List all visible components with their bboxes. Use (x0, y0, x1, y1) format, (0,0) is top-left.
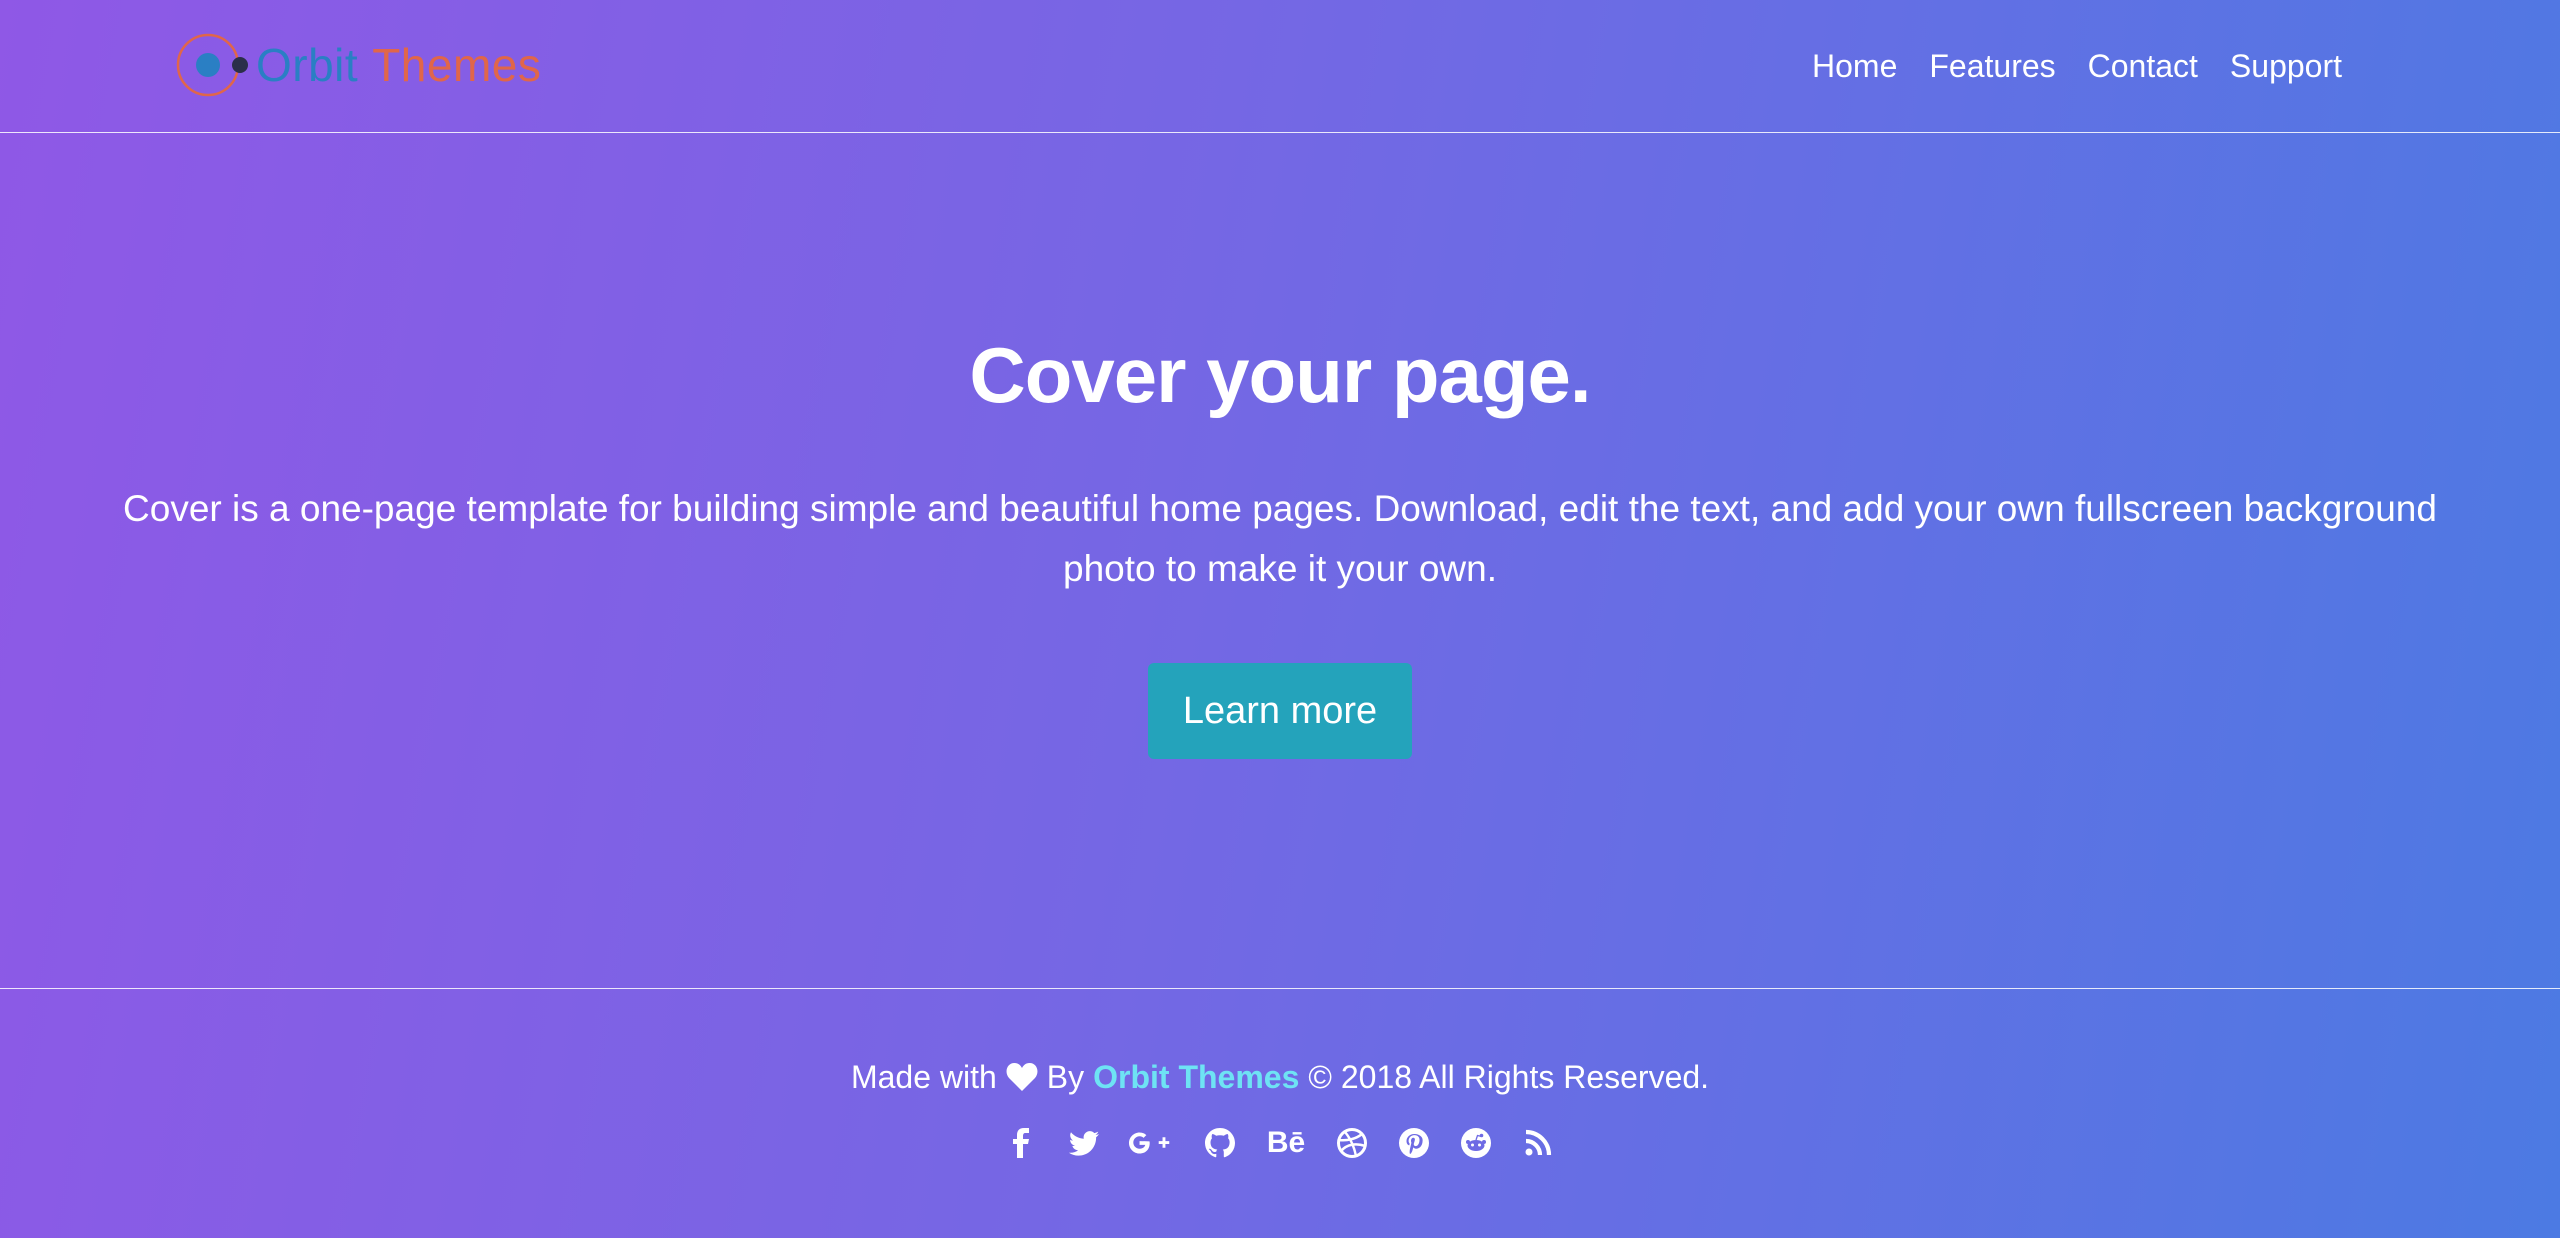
orbit-logo-icon (176, 33, 248, 97)
twitter-icon[interactable] (1066, 1123, 1102, 1163)
main-nav: Home Features Contact Support (1812, 44, 2342, 88)
google-plus-icon[interactable] (1128, 1123, 1176, 1163)
learn-more-button[interactable]: Learn more (1148, 663, 1412, 759)
facebook-icon[interactable] (1004, 1123, 1040, 1163)
pinterest-icon[interactable] (1396, 1123, 1432, 1163)
logo-text-themes: Themes (372, 39, 542, 91)
dribbble-icon[interactable] (1334, 1123, 1370, 1163)
footer-by: By (1046, 1059, 1085, 1095)
site-footer: Made with By Orbit Themes © 2018 All Rig… (0, 988, 2560, 1238)
hero-lead: Cover is a one-page template for buildin… (123, 488, 2437, 589)
reddit-icon[interactable] (1458, 1123, 1494, 1163)
nav-contact[interactable]: Contact (2088, 44, 2198, 88)
nav-support[interactable]: Support (2230, 44, 2342, 88)
nav-features[interactable]: Features (1929, 44, 2055, 88)
nav-home[interactable]: Home (1812, 44, 1897, 88)
hero-section: Cover your page. Cover is a one-page tem… (0, 133, 2560, 988)
rss-icon[interactable] (1520, 1123, 1556, 1163)
social-links: Bē (0, 1123, 2560, 1163)
behance-icon[interactable]: Bē (1264, 1123, 1308, 1163)
hero-title: Cover your page. (969, 331, 1591, 419)
heart-icon (1006, 1063, 1038, 1091)
footer-brand-link[interactable]: Orbit Themes (1093, 1055, 1299, 1099)
logo-text-orbit: Orbit (256, 39, 359, 91)
github-icon[interactable] (1202, 1123, 1238, 1163)
site-header: Orbit Themes Home Features Contact Suppo… (0, 0, 2560, 133)
site-logo[interactable]: Orbit Themes (176, 32, 541, 98)
footer-made-with: Made with (850, 1059, 997, 1095)
footer-credit: Made with By Orbit Themes © 2018 All Rig… (0, 1055, 2560, 1099)
footer-rights: © 2018 All Rights Reserved. (1308, 1059, 1710, 1095)
